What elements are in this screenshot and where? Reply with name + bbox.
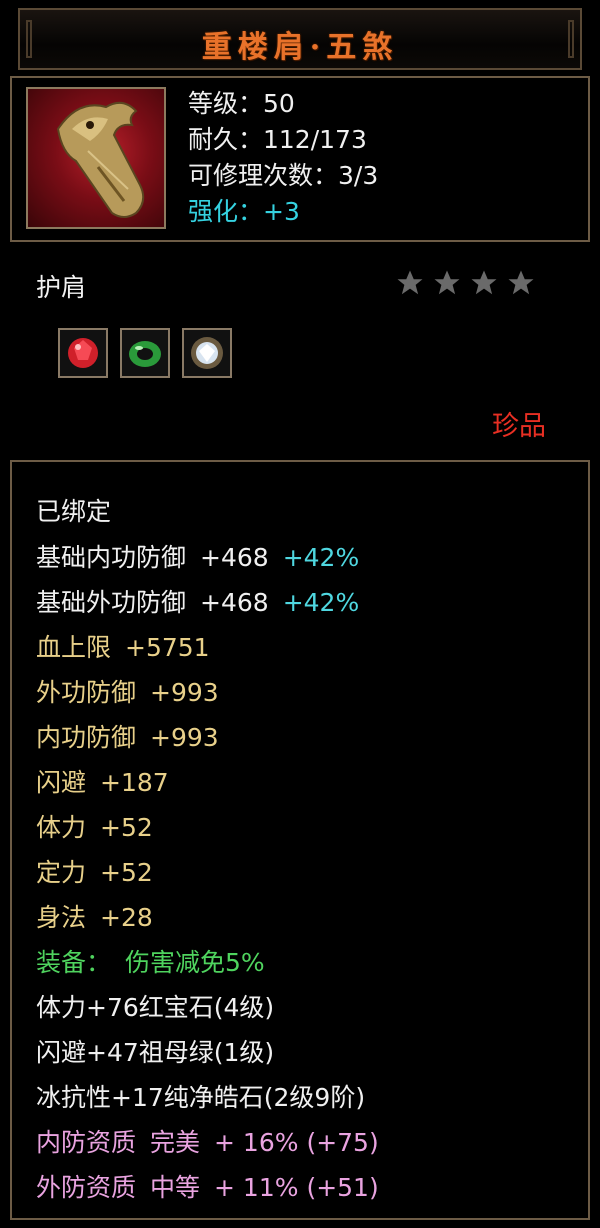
level-text: 等级：50: [188, 89, 295, 118]
aptitude-grade: 完美: [150, 1128, 201, 1157]
attr-label: 身法: [36, 903, 87, 932]
emerald-gem-icon[interactable]: [120, 328, 170, 378]
outer-defense: 外功防御 +993: [36, 673, 219, 709]
attr-percent: +42%: [282, 588, 360, 617]
attr-value: +5751: [125, 633, 210, 662]
agility: 身法 +28: [36, 898, 153, 934]
hp-limit: 血上限 +5751: [36, 628, 210, 664]
gem-bonus-3: 冰抗性+17纯净皓石(2级9阶): [36, 1083, 366, 1112]
dodge: 闪避 +187: [36, 763, 169, 799]
stamina: 体力 +52: [36, 808, 153, 844]
attr-value: +468: [200, 543, 269, 572]
gem-bonus-1: 体力+76红宝石(4级): [36, 993, 275, 1022]
attr-value: +468: [200, 588, 269, 617]
item-type: 护肩: [36, 273, 87, 302]
attr-label: 基础内功防御: [36, 543, 187, 572]
gem-bonus-2: 闪避+47祖母绿(1级): [36, 1038, 275, 1067]
focus: 定力 +52: [36, 853, 153, 889]
ruby-gem-icon[interactable]: [58, 328, 108, 378]
star-icon: [471, 270, 497, 295]
attr-label: 闪避: [36, 768, 87, 797]
attr-percent: +42%: [282, 543, 360, 572]
item-tooltip: 重楼肩·五煞 等级：50 耐久：112/173 可修理次数：3/3 强化：+3 …: [0, 0, 600, 1228]
attr-label: 外功防御: [36, 678, 137, 707]
equip-label: 装备：: [36, 948, 112, 977]
shoulder-armor-icon: [26, 87, 166, 229]
attr-value: +28: [100, 903, 153, 932]
attr-label: 体力: [36, 813, 87, 842]
bound-status: 已绑定: [36, 497, 112, 526]
aptitude-label: 内防资质: [36, 1128, 137, 1157]
attr-label: 内功防御: [36, 723, 137, 752]
star-icon: [397, 270, 423, 295]
gem-slots: [58, 328, 232, 378]
star-icon: [508, 270, 534, 295]
aptitude-label: 外防资质: [36, 1173, 137, 1202]
aptitude-inner: 内防资质 完美 + 16% (+75): [36, 1123, 379, 1159]
item-stats: 等级：50 耐久：112/173 可修理次数：3/3 强化：+3: [188, 86, 378, 230]
base-outer-defense: 基础外功防御 +468 +42%: [36, 583, 359, 619]
item-name: 重楼肩·五煞: [201, 30, 399, 65]
repair-count-text: 可修理次数：3/3: [188, 161, 379, 190]
attr-value: +187: [100, 768, 169, 797]
attr-value: +52: [100, 813, 153, 842]
attr-label: 血上限: [36, 633, 112, 662]
equip-effect-text: 伤害减免5%: [125, 948, 265, 977]
star-icon: [434, 270, 460, 295]
aptitude-grade: 中等: [150, 1173, 201, 1202]
attr-label: 基础外功防御: [36, 588, 187, 617]
attr-value: +993: [150, 723, 219, 752]
aptitude-outer: 外防资质 中等 + 11% (+51): [36, 1168, 379, 1204]
title-bar: 重楼肩·五煞: [18, 8, 582, 70]
aptitude-value: + 16% (+75): [214, 1128, 379, 1157]
base-inner-defense: 基础内功防御 +468 +42%: [36, 538, 359, 574]
attr-label: 定力: [36, 858, 87, 887]
attr-value: +993: [150, 678, 219, 707]
quality-label: 珍品: [492, 411, 546, 442]
item-summary-panel: 等级：50 耐久：112/173 可修理次数：3/3 强化：+3: [10, 76, 590, 242]
attributes-panel: 已绑定 基础内功防御 +468 +42% 基础外功防御 +468 +42% 血上限 +57…: [10, 460, 590, 1220]
equip-effect: 装备： 伤害减免5%: [36, 943, 265, 979]
durability-text: 耐久：112/173: [188, 125, 367, 154]
enhance-text: 强化：+3: [188, 197, 300, 226]
item-type-section: 护肩 珍品: [0, 244, 600, 456]
star-rating: [395, 268, 536, 298]
inner-defense: 内功防御 +993: [36, 718, 219, 754]
attr-value: +52: [100, 858, 153, 887]
aptitude-value: + 11% (+51): [214, 1173, 379, 1202]
diamond-gem-icon[interactable]: [182, 328, 232, 378]
